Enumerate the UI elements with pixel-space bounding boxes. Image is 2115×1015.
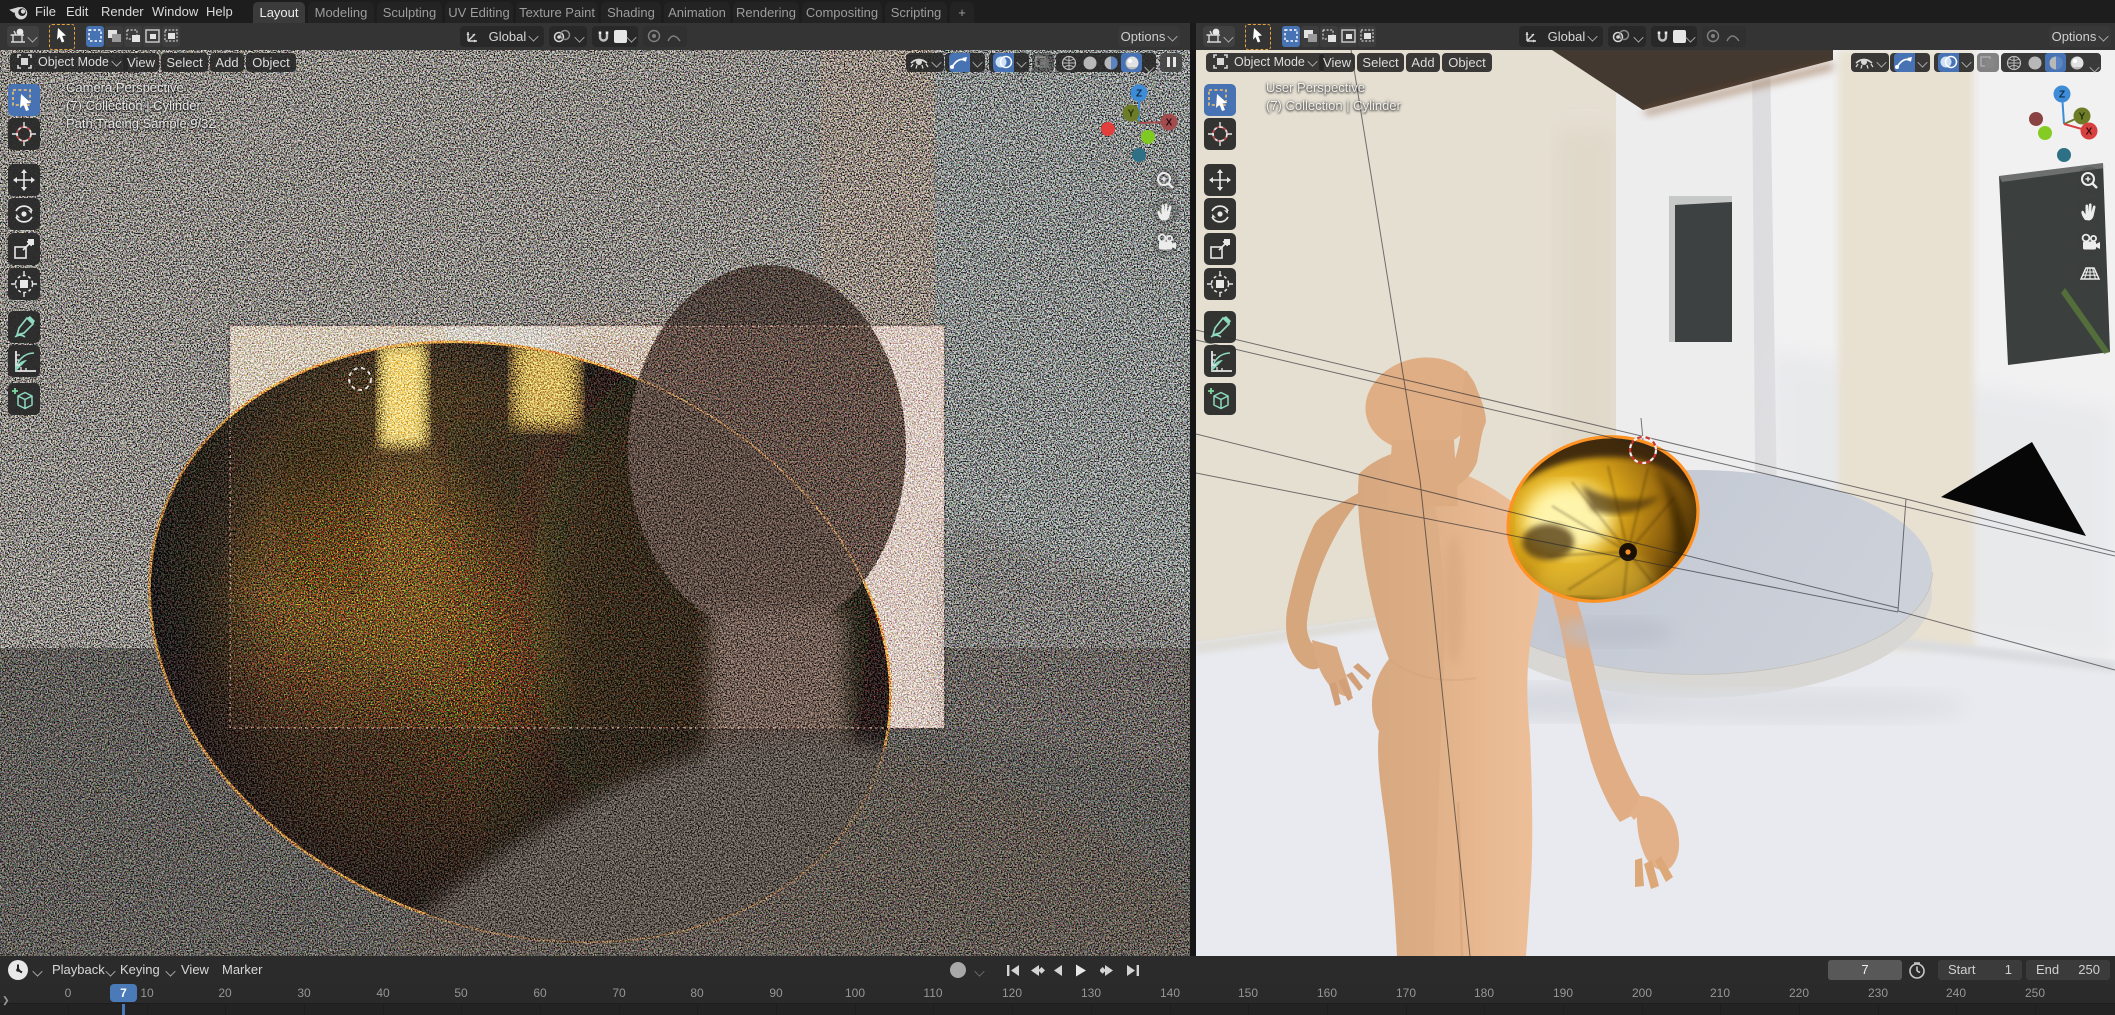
svg-text:X: X xyxy=(2086,127,2093,138)
svg-text:Z: Z xyxy=(2059,90,2065,101)
svg-text:Z: Z xyxy=(1136,89,1142,100)
svg-text:X: X xyxy=(1166,118,1173,129)
svg-text:Y: Y xyxy=(1128,109,1135,120)
svg-text:Y: Y xyxy=(2079,112,2086,123)
